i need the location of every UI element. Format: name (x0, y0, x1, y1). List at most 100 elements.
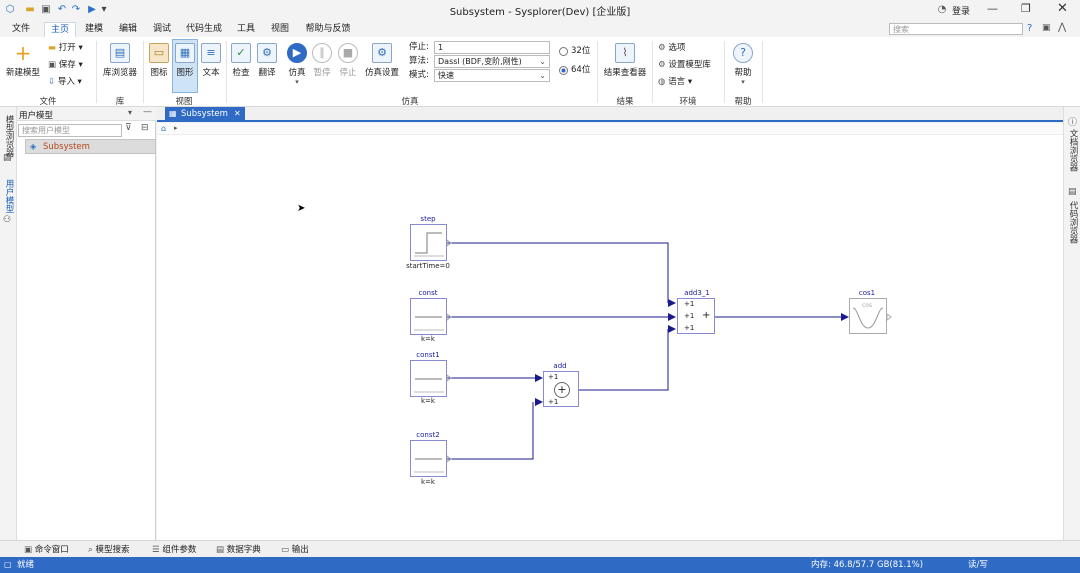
user-icon[interactable]: ◔ (936, 4, 948, 16)
sim-settings-label: 仿真设置 (364, 68, 399, 78)
import-button[interactable]: ⇩ 导入 ▾ (48, 75, 82, 89)
new-model-button[interactable]: + 新建模型 (5, 43, 41, 78)
panel-minimize-icon[interactable]: — (143, 107, 152, 117)
menu-edit[interactable]: 编辑 (114, 22, 142, 37)
stop-label: 停止 (339, 68, 357, 78)
user-model-search-input[interactable]: 搜索用户模型 (18, 124, 122, 137)
help-circle-icon[interactable]: ? (1027, 23, 1032, 34)
tab-component-params[interactable]: ☰ 组件参数 (152, 543, 196, 555)
close-icon[interactable]: ✕ (1057, 1, 1068, 16)
sim-settings-button[interactable]: ⚙ 仿真设置 (363, 43, 401, 78)
tab-user-model[interactable]: 用户模型 (3, 179, 15, 213)
tab-subsystem[interactable]: ▦ Subsystem ✕ (165, 107, 245, 122)
group-sim-label: 仿真 (401, 97, 419, 107)
tab-close-icon[interactable]: ✕ (234, 109, 241, 118)
constant-icon (414, 316, 444, 331)
block-cos[interactable]: cos (849, 298, 887, 334)
options-button[interactable]: ⚙ 选项 (658, 41, 685, 55)
port-arrow (535, 374, 543, 382)
tree-item-subsystem[interactable]: ◈ Subsystem (25, 139, 156, 154)
result-viewer-button[interactable]: ⌇ 结果查看器 (601, 43, 649, 78)
block-const2[interactable] (410, 440, 447, 477)
panel-menu-icon[interactable]: ▾ (128, 108, 132, 117)
help-button[interactable]: ? 帮助 ▾ (730, 43, 756, 86)
open-button[interactable]: ▬ 打开 ▾ (48, 41, 83, 55)
diagram-canvas[interactable]: ⌂ ▸ step startTime=0 const k=k const1 k=… (157, 123, 1063, 540)
check-button[interactable]: ✓ 检查 (230, 43, 252, 78)
set-model-lib-button[interactable]: ⚙ 设置模型库 (658, 58, 711, 72)
menu-home[interactable]: 主页 (44, 22, 76, 37)
tab-model-search[interactable]: ⌕ 模型搜索 (88, 543, 129, 555)
model-browser-icon: ▤ (3, 153, 12, 163)
language-button[interactable]: ◍ 语言 ▾ (658, 75, 692, 89)
block-step[interactable] (410, 224, 447, 261)
view-text-button[interactable]: ≡ 文本 (199, 43, 223, 78)
document-tab-bar: ▦ Subsystem ✕ (157, 107, 1063, 122)
view-graphic-button[interactable]: ▦ 图形 (172, 39, 198, 93)
collapse-all-icon[interactable]: ⊟ (141, 123, 149, 133)
wire-step[interactable] (447, 242, 669, 303)
block-add3[interactable]: +1 +1 +1 + (677, 298, 715, 334)
menu-modeling[interactable]: 建模 (80, 22, 108, 37)
view-icon-button[interactable]: ▭ 图标 (147, 43, 171, 78)
minimize-icon[interactable]: — (987, 2, 998, 15)
stop-time-input[interactable]: 1 (434, 41, 550, 54)
view-icon-label: 图标 (150, 68, 168, 78)
ribbon-options-icon[interactable]: ⋀ (1058, 22, 1066, 33)
radio-64bit[interactable] (559, 66, 568, 75)
filter-icon[interactable]: ⊽ (125, 123, 132, 133)
tab-code-browser[interactable]: 代码浏览器 (1067, 201, 1079, 244)
graphic-view-icon: ▦ (175, 43, 195, 63)
block-const[interactable] (410, 298, 447, 335)
mode-select[interactable]: 快速 ⌄ (434, 69, 550, 82)
sum-icon: + (702, 310, 711, 321)
tab-data-dictionary-label: 数据字典 (226, 545, 261, 555)
library-icon: ▤ (110, 43, 130, 63)
simulate-button[interactable]: ▶ 仿真 ▾ (285, 43, 309, 86)
cos-inner-label: cos (862, 302, 873, 309)
tab-doc-browser[interactable]: 文档浏览器 (1067, 129, 1079, 172)
group-file-label: 文件 (39, 97, 57, 107)
help-dropdown-icon[interactable]: ▾ (730, 78, 756, 86)
save-button[interactable]: ▣ 保存 ▾ (48, 58, 83, 72)
tab-model-browser[interactable]: 模型浏览器 (3, 115, 15, 158)
menu-tools[interactable]: 工具 (232, 22, 260, 37)
panel-header: 用户模型 ▾ — (17, 107, 156, 121)
tab-output[interactable]: ▭ 输出 (281, 543, 309, 555)
menu-codegen[interactable]: 代码生成 (182, 22, 226, 37)
restore-icon[interactable]: ❐ (1021, 2, 1031, 15)
search-input[interactable]: 搜索 (889, 23, 1023, 35)
algorithm-select[interactable]: Dassl (BDF,变阶,刚性) ⌄ (434, 55, 550, 68)
options-label: 选项 (668, 43, 686, 53)
right-dock-strip: ⓘ 文档浏览器 ▤ 代码浏览器 (1063, 107, 1080, 540)
library-browser-button[interactable]: ▤ 库浏览器 (101, 43, 139, 78)
menu-help-feedback[interactable]: 帮助与反馈 (300, 22, 356, 37)
block-add[interactable]: +1 +1 + (543, 371, 579, 407)
sum-icon: + (554, 382, 570, 398)
menu-debug[interactable]: 调试 (148, 22, 176, 37)
menu-file[interactable]: 文件 (6, 22, 36, 37)
login-link[interactable]: 登录 (952, 4, 970, 17)
tab-command-window[interactable]: ▣ 命令窗口 (24, 543, 69, 555)
tab-data-dictionary[interactable]: ▤ 数据字典 (216, 543, 261, 555)
stop-button[interactable]: ■ 停止 (336, 43, 360, 78)
algorithm-value: Dassl (BDF,变阶,刚性) (438, 57, 522, 66)
block-const1-param: k=k (421, 397, 435, 405)
mode-label: 模式: (409, 70, 429, 80)
help-label: 帮助 (734, 68, 752, 78)
mode-value: 快速 (438, 71, 454, 80)
wire-const2[interactable] (447, 402, 534, 460)
translate-button[interactable]: ⚙ 翻译 (255, 43, 279, 78)
ribbon-collapse-icon[interactable]: ▣ (1042, 23, 1051, 33)
pause-button[interactable]: ∥ 暂停 (310, 43, 334, 78)
menu-view[interactable]: 视图 (266, 22, 294, 37)
terminal-icon: ▣ (24, 545, 35, 555)
radio-32bit[interactable] (559, 47, 568, 56)
language-label: 语言 (668, 77, 686, 87)
simulate-dropdown-icon[interactable]: ▾ (285, 78, 309, 86)
block-cos-name: cos1 (858, 289, 876, 297)
mouse-cursor-icon: ➤ (297, 203, 306, 214)
wire-add[interactable] (579, 329, 669, 391)
divider (96, 41, 97, 103)
block-const1[interactable] (410, 360, 447, 397)
